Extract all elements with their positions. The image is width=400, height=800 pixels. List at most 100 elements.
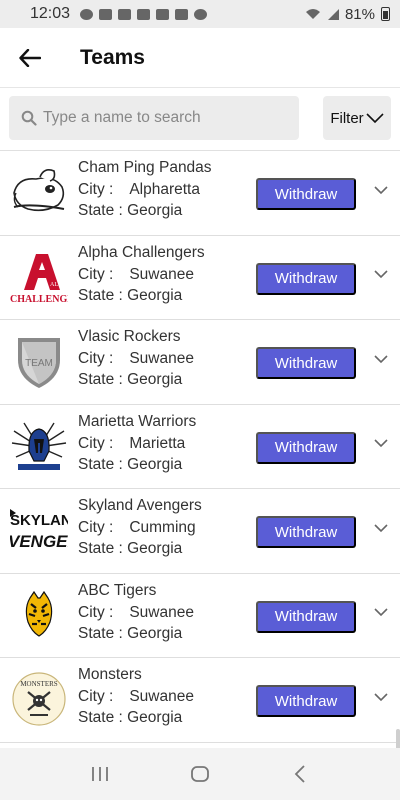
nav-back-button[interactable] [280, 754, 320, 794]
team-name: ABC Tigers [78, 581, 157, 599]
withdraw-button[interactable]: Withdraw [256, 178, 356, 210]
mail-icon [99, 8, 113, 20]
expand-button[interactable] [370, 433, 392, 455]
team-name: Vlasic Rockers [78, 328, 181, 345]
team-state: State : Georgia [78, 625, 182, 643]
chevron-down-icon [374, 439, 388, 448]
withdraw-button[interactable]: Withdraw [256, 600, 356, 633]
news-icon [156, 8, 170, 20]
city-label: City : [78, 688, 114, 705]
team-name: Alpha Challengers [78, 243, 205, 261]
battery-percent: 81% [344, 5, 375, 23]
chevron-down-icon [374, 692, 388, 701]
signal-app-icon [118, 8, 132, 20]
back-button[interactable] [0, 28, 60, 88]
scroll-indicator[interactable] [396, 729, 400, 748]
whatsapp-icon [80, 8, 94, 20]
home-button[interactable] [180, 754, 220, 794]
wifi-icon [305, 9, 320, 19]
spartan-helmet-logo [11, 422, 67, 470]
team-state: State : Georgia [78, 456, 182, 474]
state-value: Georgia [127, 286, 183, 304]
team-city: City : Alpharetta [78, 181, 200, 199]
team-city: City : Cumming [78, 519, 196, 537]
filter-label: Filter [330, 109, 364, 127]
panda-logo [13, 169, 65, 212]
gallery-icon [137, 8, 151, 20]
team-name: Monsters [78, 666, 142, 683]
state-label: State : [78, 624, 128, 642]
city-value: Suwanee [129, 350, 194, 367]
city-value: Suwanee [129, 603, 194, 621]
chevron-down-icon [374, 354, 388, 363]
expand-button[interactable] [370, 686, 392, 708]
page-title: Teams [80, 45, 145, 69]
team-row[interactable]: SKYLANI VENGERS Skyland Avengers City :C… [0, 489, 400, 574]
monsters-logo: MONSTERS [12, 672, 66, 726]
logo-text: CHALLENGER [10, 294, 68, 305]
logo-text: SKYLANI [10, 512, 68, 529]
team-row[interactable]: Cham Ping Pandas City : Alpharetta State … [0, 151, 400, 236]
withdraw-button[interactable]: Withdraw [256, 347, 356, 379]
expand-button[interactable] [370, 602, 392, 624]
team-row[interactable]: MONSTERS Monsters City : Suwanee State : … [0, 658, 400, 743]
recent-apps-icon [92, 767, 108, 781]
team-name: Marietta Warriors [78, 412, 197, 430]
withdraw-button[interactable]: Withdraw [256, 431, 356, 464]
search-icon [21, 110, 37, 126]
home-icon [191, 766, 209, 782]
search-row: Filter [0, 88, 400, 150]
status-time: 12:03 [30, 5, 71, 22]
withdraw-button[interactable]: Withdraw [256, 262, 356, 295]
expand-button[interactable] [370, 264, 392, 286]
city-value: Suwanee [129, 688, 194, 705]
team-row[interactable]: Marietta Warriors City : Marietta State :… [0, 405, 400, 489]
filter-button[interactable]: Filter [323, 96, 391, 140]
chevron-down-icon [374, 270, 388, 279]
back-chevron-icon [294, 765, 305, 783]
state-value: Georgia [127, 709, 183, 726]
team-row[interactable]: ALPHA CHALLENGER Alpha Challengers City … [0, 236, 400, 320]
state-label: State : [78, 286, 128, 304]
expand-button[interactable] [370, 179, 392, 201]
team-row[interactable]: ABC Tigers City : Suwanee State : Georgia… [0, 574, 400, 658]
team-name: Skyland Avengers [78, 497, 202, 514]
state-value: Georgia [127, 455, 183, 473]
twitter-icon [175, 8, 189, 20]
svg-text:ALPHA: ALPHA [50, 282, 68, 288]
withdraw-button[interactable]: Withdraw [256, 685, 356, 717]
state-label: State : [78, 371, 128, 388]
state-value: Georgia [127, 202, 183, 219]
logo-text: VENGERS [10, 532, 68, 551]
battery-icon [381, 7, 390, 21]
search-box[interactable] [9, 96, 299, 140]
chevron-down-icon [366, 113, 384, 124]
tiger-logo [25, 590, 53, 637]
city-label: City : [78, 434, 114, 452]
state-value: Georgia [127, 624, 183, 642]
state-label: State : [78, 709, 128, 726]
withdraw-button[interactable]: Withdraw [256, 516, 356, 548]
expand-button[interactable] [370, 517, 392, 539]
city-value: Marietta [129, 434, 186, 452]
system-nav-bar [0, 748, 400, 800]
city-label: City : [78, 603, 114, 621]
team-row[interactable]: TEAM Vlasic Rockers City : Suwanee State … [0, 320, 400, 405]
expand-button[interactable] [370, 348, 392, 370]
city-value: Alpharetta [129, 181, 200, 198]
team-list[interactable]: Cham Ping Pandas City : Alpharetta State … [0, 150, 400, 748]
status-bar: 12:03 81% [0, 0, 400, 28]
team-city: City : Suwanee [78, 266, 194, 284]
recent-apps-button[interactable] [80, 754, 120, 794]
chevron-down-icon [374, 608, 388, 617]
arrow-left-icon [19, 48, 41, 67]
team-city: City : Suwanee [78, 688, 194, 706]
chevron-down-icon [374, 523, 388, 532]
city-label: City : [78, 350, 114, 367]
alpha-challengers-logo: ALPHA CHALLENGER [10, 253, 68, 305]
cell-signal-icon [327, 9, 339, 20]
search-input[interactable] [43, 109, 283, 127]
logo-text: MONSTERS [20, 680, 57, 688]
city-value: Cumming [129, 519, 196, 536]
team-city: City : Suwanee [78, 604, 194, 622]
